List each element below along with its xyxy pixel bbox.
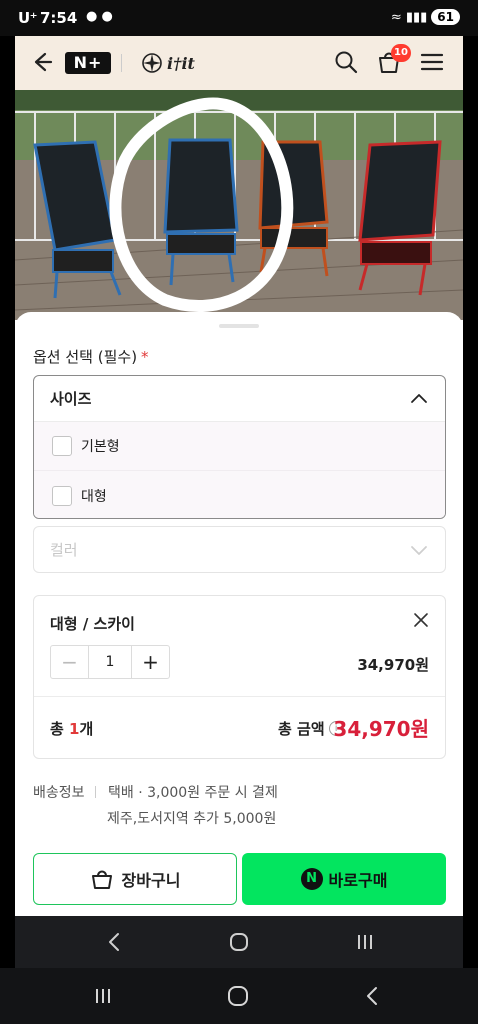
search-icon[interactable] xyxy=(333,49,359,75)
size-dropdown-header[interactable]: 사이즈 xyxy=(34,376,445,422)
compass-icon xyxy=(142,53,162,73)
chevron-up-icon xyxy=(411,394,427,403)
hamburger-menu-icon[interactable] xyxy=(419,49,445,75)
option-title-text: 옵션 선택 (필수) xyxy=(33,348,138,366)
total-amount: 34,970원 xyxy=(333,717,429,741)
shipping-label: 배송정보 xyxy=(33,785,85,801)
color-dropdown[interactable]: 컬러 xyxy=(33,526,446,573)
total-amount-label-text: 총 금액 xyxy=(278,720,325,738)
status-time: 7:54 xyxy=(40,9,78,27)
inner-navigation-bar xyxy=(15,916,463,968)
status-bar: U⁺ 7:54 ● ● ≈ ▮▮▮ 61 xyxy=(0,0,478,36)
header: N+ i†it 10 xyxy=(15,36,463,90)
quantity-value[interactable]: 1 xyxy=(89,646,131,678)
shipping-info: 배송정보 택배 · 3,000원 주문 시 결제 xyxy=(33,782,278,802)
size-dropdown-label: 사이즈 xyxy=(50,390,92,408)
total-count-suffix: 개 xyxy=(79,720,94,738)
size-option-basic[interactable]: 기본형 xyxy=(34,422,445,471)
home-nav-icon[interactable] xyxy=(225,983,251,1009)
back-arrow-icon[interactable] xyxy=(27,48,55,76)
selected-option-name: 대형 / 스카이 xyxy=(50,615,135,633)
back-nav-icon[interactable] xyxy=(103,930,127,954)
total-count: 총 1개 xyxy=(50,718,93,739)
selected-option-card: 대형 / 스카이 − 1 + 34,970원 총 1개 총 금액 i 34,97… xyxy=(33,595,446,759)
battery-indicator: 61 xyxy=(431,9,460,25)
option-sheet: 옵션 선택 (필수) * 사이즈 기본형 대형 컬러 대형 / 스카이 − 1 … xyxy=(15,312,463,916)
recents-nav-icon[interactable] xyxy=(90,983,116,1009)
carrier-label: U⁺ xyxy=(18,9,38,27)
wifi-icon: ≈ xyxy=(390,9,402,25)
device-navigation-bar xyxy=(0,968,478,1024)
checkbox[interactable] xyxy=(52,436,72,456)
close-icon[interactable] xyxy=(413,612,429,628)
recents-nav-icon[interactable] xyxy=(353,930,377,954)
buy-now-label: 바로구매 xyxy=(328,871,388,890)
cart-count-badge: 10 xyxy=(391,44,411,62)
shipping-fee: 택배 · 3,000원 주문 시 결제 xyxy=(108,785,278,801)
option-price: 34,970원 xyxy=(357,656,429,674)
card-divider xyxy=(34,696,445,697)
header-divider xyxy=(121,54,122,72)
size-dropdown: 사이즈 기본형 대형 xyxy=(33,375,446,519)
option-section-title: 옵션 선택 (필수) * xyxy=(33,346,149,367)
buy-now-button[interactable]: N 바로구매 xyxy=(242,853,446,905)
color-dropdown-placeholder: 컬러 xyxy=(50,541,78,559)
checkbox[interactable] xyxy=(52,485,72,506)
brand-logo-text: i†it xyxy=(167,53,195,73)
increase-button[interactable]: + xyxy=(131,646,169,678)
notification-icons: ● ● xyxy=(86,9,113,24)
total-count-prefix: 총 xyxy=(50,720,70,738)
total-count-number: 1 xyxy=(69,720,80,738)
size-option-label: 대형 xyxy=(81,488,107,505)
home-nav-icon[interactable] xyxy=(227,930,251,954)
status-right: ≈ ▮▮▮ 61 xyxy=(391,9,460,25)
add-to-cart-button[interactable]: 장바구니 xyxy=(33,853,237,905)
size-option-large[interactable]: 대형 xyxy=(34,471,445,518)
back-nav-icon[interactable] xyxy=(360,983,386,1009)
naver-plus-store-logo[interactable]: N+ xyxy=(65,52,111,74)
chevron-down-icon xyxy=(411,546,427,555)
shipping-extra-fee: 제주,도서지역 추가 5,000원 xyxy=(107,811,277,827)
product-photo xyxy=(15,90,463,320)
sheet-grip-handle[interactable] xyxy=(219,324,259,328)
app-frame: N+ i†it 10 옵션 선택 (필수) * 사이즈 기본형 대형 컬러 대형… xyxy=(15,36,463,916)
add-to-cart-label: 장바구니 xyxy=(121,871,181,890)
decrease-button[interactable]: − xyxy=(51,646,89,678)
shopping-bag-icon xyxy=(91,870,112,889)
size-option-label: 기본형 xyxy=(81,439,120,455)
quantity-stepper: − 1 + xyxy=(50,645,170,679)
required-mark: * xyxy=(141,348,149,366)
brand-logo[interactable]: i†it xyxy=(141,50,195,76)
signal-icon: ▮▮▮ xyxy=(405,9,428,25)
shipping-divider xyxy=(95,786,96,798)
naver-pay-icon: N xyxy=(300,868,323,890)
